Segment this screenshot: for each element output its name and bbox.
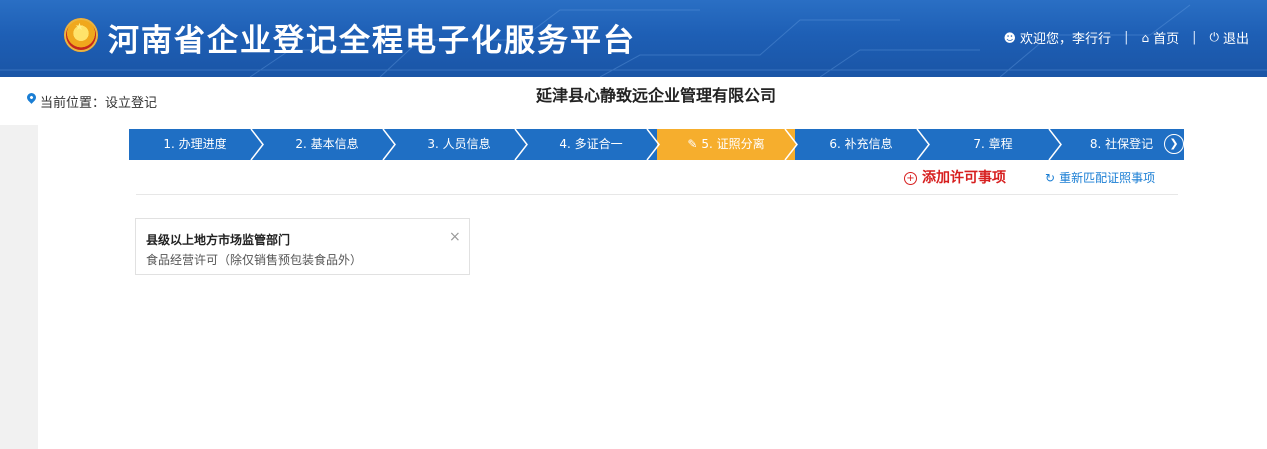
add-license-label: 添加许可事项 xyxy=(922,170,1006,186)
header: ★ 河南省企业登记全程电子化服务平台 ☻ 欢迎您，李行行 | ⌂ 首页 | ⏻ … xyxy=(0,0,1267,77)
step-basic-info[interactable]: 2. 基本信息 xyxy=(261,129,393,160)
section-divider xyxy=(136,194,1178,195)
company-name: 延津县心静致远企业管理有限公司 xyxy=(535,86,776,105)
next-step-icon[interactable]: ❯ xyxy=(1164,134,1184,154)
logout-link[interactable]: 退出 xyxy=(1223,28,1249,47)
step-multi-cert[interactable]: 4. 多证合一 xyxy=(525,129,657,160)
divider: | xyxy=(1192,30,1197,45)
site-title: 河南省企业登记全程电子化服务平台 xyxy=(108,23,636,59)
refresh-icon: ↻ xyxy=(1045,171,1056,185)
power-icon: ⏻ xyxy=(1209,30,1219,44)
step-license-separation[interactable]: ✎ 5. 证照分离 xyxy=(657,129,795,160)
step-progress[interactable]: 1. 办理进度 xyxy=(129,129,261,160)
step-separator-icon xyxy=(514,129,528,160)
rematch-license-button[interactable]: ↻ 重新匹配证照事项 xyxy=(1045,169,1155,186)
pencil-icon: ✎ xyxy=(687,137,698,151)
step-nav: 1. 办理进度 2. 基本信息 3. 人员信息 4. 多证合一 ✎ 5. 证照分离… xyxy=(129,129,1184,160)
add-license-button[interactable]: + 添加许可事项 xyxy=(904,167,1006,187)
step-separator-icon xyxy=(1048,129,1062,160)
license-item-name: 食品经营许可（除仅销售预包装食品外） xyxy=(146,253,363,267)
emblem-logo: ★ xyxy=(64,18,98,52)
home-icon: ⌂ xyxy=(1141,30,1150,45)
step-separator-icon xyxy=(250,129,264,160)
license-item-card: 县级以上地方市场监管部门 食品经营许可（除仅销售预包装食品外） × xyxy=(135,218,470,275)
step-personnel-info[interactable]: 3. 人员信息 xyxy=(393,129,525,160)
plus-circle-icon: + xyxy=(904,172,917,185)
step-separator-icon xyxy=(646,129,660,160)
main-panel: 1. 办理进度 2. 基本信息 3. 人员信息 4. 多证合一 ✎ 5. 证照分离… xyxy=(38,125,1267,449)
step-separator-icon xyxy=(916,129,930,160)
step-license-separation-label: 5. 证照分离 xyxy=(701,137,765,151)
divider: | xyxy=(1124,30,1129,45)
step-separator-icon xyxy=(382,129,396,160)
user-bar: ☻ 欢迎您，李行行 | ⌂ 首页 | ⏻ 退出 xyxy=(1004,28,1249,47)
step-articles[interactable]: 7. 章程 xyxy=(927,129,1059,160)
close-icon[interactable]: × xyxy=(449,229,461,245)
license-department: 县级以上地方市场监管部门 xyxy=(146,233,291,247)
welcome-text: 欢迎您，李行行 xyxy=(1020,32,1112,47)
home-link[interactable]: 首页 xyxy=(1153,28,1179,47)
step-supplementary-info[interactable]: 6. 补充信息 xyxy=(795,129,927,160)
breadcrumb-bar: 当前位置：设立登记 延津县心静致远企业管理有限公司 xyxy=(0,77,1267,125)
rematch-label: 重新匹配证照事项 xyxy=(1059,171,1156,185)
step-separator-icon xyxy=(784,129,798,160)
user-icon: ☻ xyxy=(1003,30,1017,45)
